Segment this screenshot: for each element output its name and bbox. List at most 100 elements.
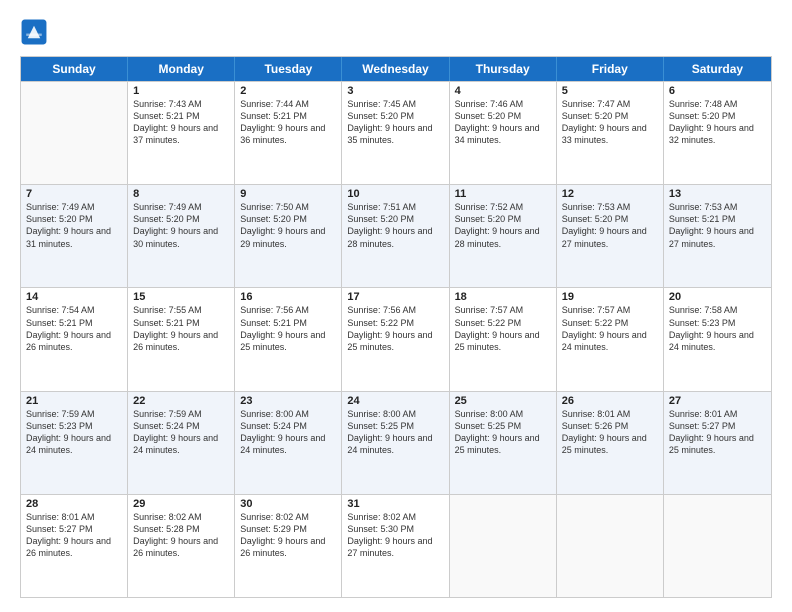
calendar-day-cell: 17Sunrise: 7:56 AM Sunset: 5:22 PM Dayli… — [342, 288, 449, 390]
day-info: Sunrise: 7:50 AM Sunset: 5:20 PM Dayligh… — [240, 201, 336, 250]
calendar-empty-cell — [21, 82, 128, 184]
day-number: 20 — [669, 291, 766, 303]
day-info: Sunrise: 7:54 AM Sunset: 5:21 PM Dayligh… — [26, 304, 122, 353]
day-info: Sunrise: 7:53 AM Sunset: 5:20 PM Dayligh… — [562, 201, 658, 250]
day-info: Sunrise: 8:00 AM Sunset: 5:25 PM Dayligh… — [455, 408, 551, 457]
page: SundayMondayTuesdayWednesdayThursdayFrid… — [0, 0, 792, 612]
day-number: 28 — [26, 498, 122, 510]
day-number: 25 — [455, 395, 551, 407]
calendar-day-header: Monday — [128, 57, 235, 81]
calendar: SundayMondayTuesdayWednesdayThursdayFrid… — [20, 56, 772, 598]
calendar-day-cell: 8Sunrise: 7:49 AM Sunset: 5:20 PM Daylig… — [128, 185, 235, 287]
calendar-day-cell: 14Sunrise: 7:54 AM Sunset: 5:21 PM Dayli… — [21, 288, 128, 390]
calendar-body: 1Sunrise: 7:43 AM Sunset: 5:21 PM Daylig… — [21, 81, 771, 597]
calendar-day-cell: 4Sunrise: 7:46 AM Sunset: 5:20 PM Daylig… — [450, 82, 557, 184]
day-info: Sunrise: 7:59 AM Sunset: 5:23 PM Dayligh… — [26, 408, 122, 457]
day-info: Sunrise: 7:49 AM Sunset: 5:20 PM Dayligh… — [26, 201, 122, 250]
day-info: Sunrise: 7:53 AM Sunset: 5:21 PM Dayligh… — [669, 201, 766, 250]
calendar-header: SundayMondayTuesdayWednesdayThursdayFrid… — [21, 57, 771, 81]
day-number: 13 — [669, 188, 766, 200]
calendar-week-row: 1Sunrise: 7:43 AM Sunset: 5:21 PM Daylig… — [21, 81, 771, 184]
calendar-day-header: Saturday — [664, 57, 771, 81]
day-info: Sunrise: 7:58 AM Sunset: 5:23 PM Dayligh… — [669, 304, 766, 353]
day-number: 30 — [240, 498, 336, 510]
calendar-week-row: 28Sunrise: 8:01 AM Sunset: 5:27 PM Dayli… — [21, 494, 771, 597]
day-info: Sunrise: 7:57 AM Sunset: 5:22 PM Dayligh… — [562, 304, 658, 353]
calendar-day-cell: 23Sunrise: 8:00 AM Sunset: 5:24 PM Dayli… — [235, 392, 342, 494]
calendar-day-header: Tuesday — [235, 57, 342, 81]
day-info: Sunrise: 8:02 AM Sunset: 5:28 PM Dayligh… — [133, 511, 229, 560]
day-info: Sunrise: 7:47 AM Sunset: 5:20 PM Dayligh… — [562, 98, 658, 147]
calendar-day-cell: 5Sunrise: 7:47 AM Sunset: 5:20 PM Daylig… — [557, 82, 664, 184]
calendar-day-cell: 30Sunrise: 8:02 AM Sunset: 5:29 PM Dayli… — [235, 495, 342, 597]
calendar-day-cell: 6Sunrise: 7:48 AM Sunset: 5:20 PM Daylig… — [664, 82, 771, 184]
day-number: 3 — [347, 85, 443, 97]
day-info: Sunrise: 7:52 AM Sunset: 5:20 PM Dayligh… — [455, 201, 551, 250]
calendar-empty-cell — [664, 495, 771, 597]
day-info: Sunrise: 7:59 AM Sunset: 5:24 PM Dayligh… — [133, 408, 229, 457]
calendar-day-cell: 9Sunrise: 7:50 AM Sunset: 5:20 PM Daylig… — [235, 185, 342, 287]
day-number: 19 — [562, 291, 658, 303]
day-number: 8 — [133, 188, 229, 200]
calendar-week-row: 21Sunrise: 7:59 AM Sunset: 5:23 PM Dayli… — [21, 391, 771, 494]
day-info: Sunrise: 7:55 AM Sunset: 5:21 PM Dayligh… — [133, 304, 229, 353]
day-info: Sunrise: 7:46 AM Sunset: 5:20 PM Dayligh… — [455, 98, 551, 147]
day-info: Sunrise: 7:57 AM Sunset: 5:22 PM Dayligh… — [455, 304, 551, 353]
day-info: Sunrise: 8:00 AM Sunset: 5:25 PM Dayligh… — [347, 408, 443, 457]
calendar-day-cell: 15Sunrise: 7:55 AM Sunset: 5:21 PM Dayli… — [128, 288, 235, 390]
day-info: Sunrise: 8:02 AM Sunset: 5:29 PM Dayligh… — [240, 511, 336, 560]
calendar-day-cell: 7Sunrise: 7:49 AM Sunset: 5:20 PM Daylig… — [21, 185, 128, 287]
logo-icon — [20, 18, 48, 46]
day-number: 17 — [347, 291, 443, 303]
calendar-day-cell: 3Sunrise: 7:45 AM Sunset: 5:20 PM Daylig… — [342, 82, 449, 184]
day-info: Sunrise: 7:51 AM Sunset: 5:20 PM Dayligh… — [347, 201, 443, 250]
calendar-day-header: Sunday — [21, 57, 128, 81]
calendar-day-cell: 1Sunrise: 7:43 AM Sunset: 5:21 PM Daylig… — [128, 82, 235, 184]
day-info: Sunrise: 7:48 AM Sunset: 5:20 PM Dayligh… — [669, 98, 766, 147]
header — [20, 18, 772, 46]
calendar-day-cell: 24Sunrise: 8:00 AM Sunset: 5:25 PM Dayli… — [342, 392, 449, 494]
calendar-empty-cell — [557, 495, 664, 597]
day-number: 27 — [669, 395, 766, 407]
calendar-day-cell: 16Sunrise: 7:56 AM Sunset: 5:21 PM Dayli… — [235, 288, 342, 390]
day-number: 2 — [240, 85, 336, 97]
day-info: Sunrise: 8:00 AM Sunset: 5:24 PM Dayligh… — [240, 408, 336, 457]
calendar-day-cell: 31Sunrise: 8:02 AM Sunset: 5:30 PM Dayli… — [342, 495, 449, 597]
day-info: Sunrise: 7:45 AM Sunset: 5:20 PM Dayligh… — [347, 98, 443, 147]
day-number: 15 — [133, 291, 229, 303]
calendar-day-cell: 26Sunrise: 8:01 AM Sunset: 5:26 PM Dayli… — [557, 392, 664, 494]
day-number: 22 — [133, 395, 229, 407]
day-number: 9 — [240, 188, 336, 200]
day-info: Sunrise: 7:43 AM Sunset: 5:21 PM Dayligh… — [133, 98, 229, 147]
calendar-empty-cell — [450, 495, 557, 597]
calendar-week-row: 14Sunrise: 7:54 AM Sunset: 5:21 PM Dayli… — [21, 287, 771, 390]
day-info: Sunrise: 7:49 AM Sunset: 5:20 PM Dayligh… — [133, 201, 229, 250]
calendar-day-cell: 29Sunrise: 8:02 AM Sunset: 5:28 PM Dayli… — [128, 495, 235, 597]
day-number: 14 — [26, 291, 122, 303]
calendar-day-header: Thursday — [450, 57, 557, 81]
calendar-day-header: Wednesday — [342, 57, 449, 81]
calendar-day-cell: 22Sunrise: 7:59 AM Sunset: 5:24 PM Dayli… — [128, 392, 235, 494]
calendar-day-cell: 10Sunrise: 7:51 AM Sunset: 5:20 PM Dayli… — [342, 185, 449, 287]
calendar-day-cell: 28Sunrise: 8:01 AM Sunset: 5:27 PM Dayli… — [21, 495, 128, 597]
day-number: 6 — [669, 85, 766, 97]
calendar-day-cell: 25Sunrise: 8:00 AM Sunset: 5:25 PM Dayli… — [450, 392, 557, 494]
day-number: 24 — [347, 395, 443, 407]
day-info: Sunrise: 7:56 AM Sunset: 5:21 PM Dayligh… — [240, 304, 336, 353]
calendar-day-header: Friday — [557, 57, 664, 81]
day-number: 23 — [240, 395, 336, 407]
calendar-week-row: 7Sunrise: 7:49 AM Sunset: 5:20 PM Daylig… — [21, 184, 771, 287]
calendar-day-cell: 21Sunrise: 7:59 AM Sunset: 5:23 PM Dayli… — [21, 392, 128, 494]
calendar-day-cell: 20Sunrise: 7:58 AM Sunset: 5:23 PM Dayli… — [664, 288, 771, 390]
day-info: Sunrise: 8:02 AM Sunset: 5:30 PM Dayligh… — [347, 511, 443, 560]
day-number: 12 — [562, 188, 658, 200]
day-number: 16 — [240, 291, 336, 303]
day-info: Sunrise: 8:01 AM Sunset: 5:26 PM Dayligh… — [562, 408, 658, 457]
logo — [20, 18, 52, 46]
day-info: Sunrise: 7:56 AM Sunset: 5:22 PM Dayligh… — [347, 304, 443, 353]
day-number: 18 — [455, 291, 551, 303]
calendar-day-cell: 27Sunrise: 8:01 AM Sunset: 5:27 PM Dayli… — [664, 392, 771, 494]
calendar-day-cell: 19Sunrise: 7:57 AM Sunset: 5:22 PM Dayli… — [557, 288, 664, 390]
day-number: 7 — [26, 188, 122, 200]
day-info: Sunrise: 7:44 AM Sunset: 5:21 PM Dayligh… — [240, 98, 336, 147]
